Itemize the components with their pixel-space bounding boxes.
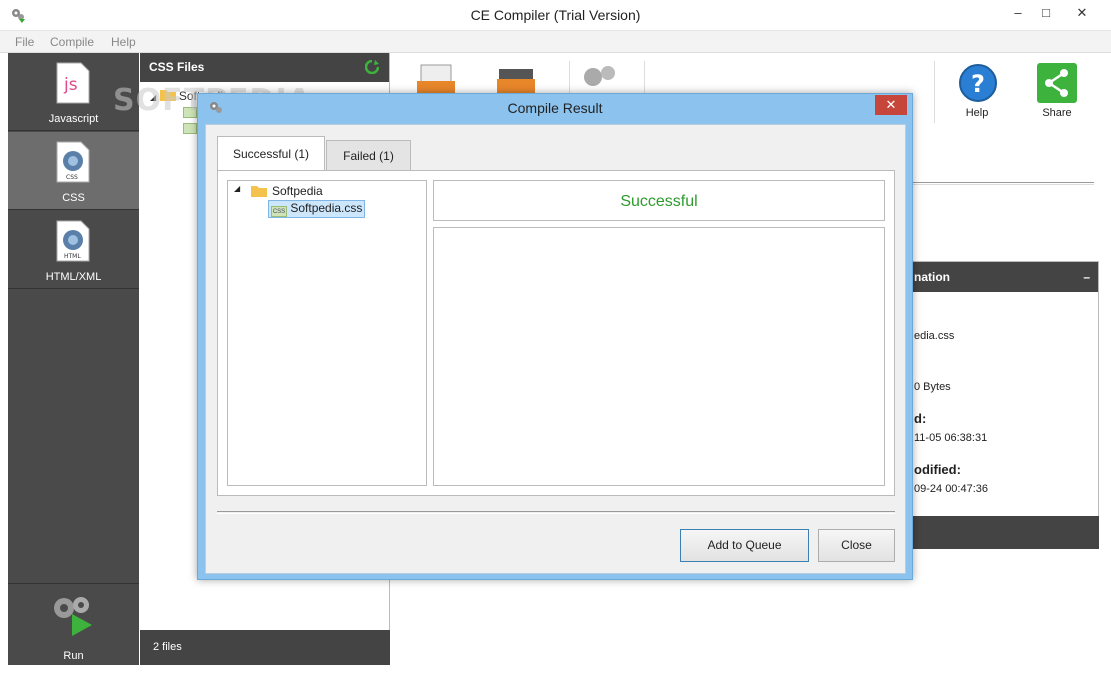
nav-item-css[interactable]: CSS CSS <box>8 132 139 210</box>
menu-bar: File Compile Help <box>0 31 1111 53</box>
compile-result-dialog: Compile Result ✕ Successful (1) Failed (… <box>197 93 913 580</box>
file-panel-title: CSS Files <box>149 60 205 74</box>
dialog-close-button[interactable]: ✕ <box>875 95 907 115</box>
info-created-label: d: <box>914 411 927 426</box>
result-status: Successful <box>433 180 885 221</box>
info-size: 0 Bytes <box>914 381 951 393</box>
menu-file[interactable]: File <box>15 35 34 49</box>
run-label: Run <box>63 650 84 662</box>
info-filename: edia.css <box>914 330 955 342</box>
info-modified-label: odified: <box>914 462 961 477</box>
toolbar-separator <box>934 61 935 123</box>
close-window-button[interactable]: ✕ <box>1058 0 1106 28</box>
window-title: CE Compiler (Trial Version) <box>470 7 641 23</box>
nav-label-html-xml: HTML/XML <box>45 271 102 283</box>
svg-text:HTML: HTML <box>64 253 81 260</box>
dialog-body: Successful (1) Failed (1) ◢ Softpedia CS… <box>205 124 906 574</box>
title-bar: CE Compiler (Trial Version) – □ ✕ <box>0 0 1111 31</box>
help-label: Help <box>965 107 989 119</box>
info-created-value: 11-05 06:38:31 <box>914 432 988 444</box>
info-panel-bar <box>911 516 1099 549</box>
nav-item-html-xml[interactable]: HTML HTML/XML <box>8 211 139 289</box>
menu-help[interactable]: Help <box>111 35 136 49</box>
minimize-button[interactable]: – <box>1001 0 1035 28</box>
dialog-title: Compile Result <box>507 100 603 116</box>
collapse-button[interactable]: – <box>1083 262 1090 292</box>
html-file-icon: HTML <box>56 220 90 262</box>
info-panel-header: nation – <box>912 262 1098 292</box>
tab-successful[interactable]: Successful (1) <box>217 136 325 170</box>
info-panel-title: nation <box>914 270 950 284</box>
nav-label-css: CSS <box>62 192 85 204</box>
share-label: Share <box>1042 107 1072 119</box>
result-tree: ◢ Softpedia CSS Softpedia.css <box>227 180 427 486</box>
svg-text:?: ? <box>971 70 985 98</box>
close-button[interactable]: Close <box>818 529 895 562</box>
css-file-small-icon[interactable] <box>183 123 197 134</box>
result-folder-label[interactable]: Softpedia <box>272 184 323 198</box>
menu-compile[interactable]: Compile <box>50 35 94 49</box>
folder-icon <box>251 186 267 197</box>
share-icon[interactable] <box>1037 63 1077 103</box>
svg-text:js: js <box>63 75 78 95</box>
help-icon[interactable]: ? <box>958 63 998 103</box>
svg-text:CSS: CSS <box>66 174 78 181</box>
run-gears-icon <box>54 597 92 636</box>
result-file-item[interactable]: CSS Softpedia.css <box>268 200 366 218</box>
dialog-divider <box>217 511 895 514</box>
result-file-label: Softpedia.css <box>290 201 363 215</box>
divider <box>891 182 1094 185</box>
css-file-icon: CSS <box>56 141 90 183</box>
tab-failed[interactable]: Failed (1) <box>326 140 411 170</box>
compile-gears-icon[interactable] <box>581 63 621 93</box>
tree-expand-icon[interactable]: ◢ <box>234 184 240 193</box>
file-count: 2 files <box>140 630 390 665</box>
result-detail <box>433 227 885 486</box>
left-nav: js Javascript CSS CSS HTML HTML/XML Run <box>8 53 139 665</box>
file-information-panel: nation – edia.css 0 Bytes d: 11-05 06:38… <box>911 261 1099 549</box>
add-to-queue-button[interactable]: Add to Queue <box>680 529 809 562</box>
tab-content: ◢ Softpedia CSS Softpedia.css Successful <box>217 170 895 496</box>
maximize-button[interactable]: □ <box>1035 0 1057 28</box>
refresh-icon[interactable] <box>365 60 379 74</box>
info-modified-value: 09-24 00:47:36 <box>914 483 989 495</box>
file-panel-header: CSS Files <box>140 53 389 82</box>
run-button[interactable]: Run <box>8 583 139 665</box>
javascript-file-icon: js <box>56 62 90 104</box>
css-file-small-icon: CSS <box>271 206 287 217</box>
